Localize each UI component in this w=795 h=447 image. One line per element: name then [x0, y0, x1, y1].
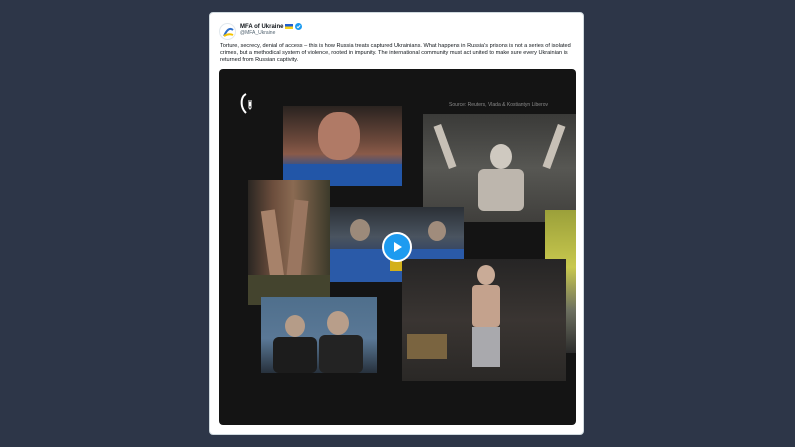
- tweet-card: MFA of Ukraine @MFA_Ukraine Torture, sec…: [209, 12, 584, 435]
- ukraine-flag-icon: [285, 24, 294, 29]
- trident-logo-icon: [240, 93, 252, 114]
- tweet-text: Torture, secrecy, denial of access – thi…: [220, 43, 571, 63]
- video-player[interactable]: Source: Reuters, Vlada & Kostiantyn Libe…: [219, 69, 576, 425]
- play-button[interactable]: [382, 232, 412, 262]
- photo-man-with-flag: [283, 106, 402, 186]
- account-handle[interactable]: @MFA_Ukraine: [240, 30, 275, 36]
- photo-man-arms-raised: [423, 114, 576, 222]
- source-caption: Source: Reuters, Vlada & Kostiantyn Libe…: [449, 102, 548, 108]
- photo-tattooed-arms: [248, 180, 330, 305]
- verified-badge-icon: [295, 23, 303, 30]
- photo-shirtless-man: [402, 259, 566, 381]
- mfa-logo-icon: [223, 27, 234, 37]
- photo-two-men: [261, 297, 377, 373]
- account-avatar[interactable]: [219, 23, 236, 40]
- account-name[interactable]: MFA of Ukraine: [240, 24, 283, 30]
- play-icon: [394, 242, 402, 252]
